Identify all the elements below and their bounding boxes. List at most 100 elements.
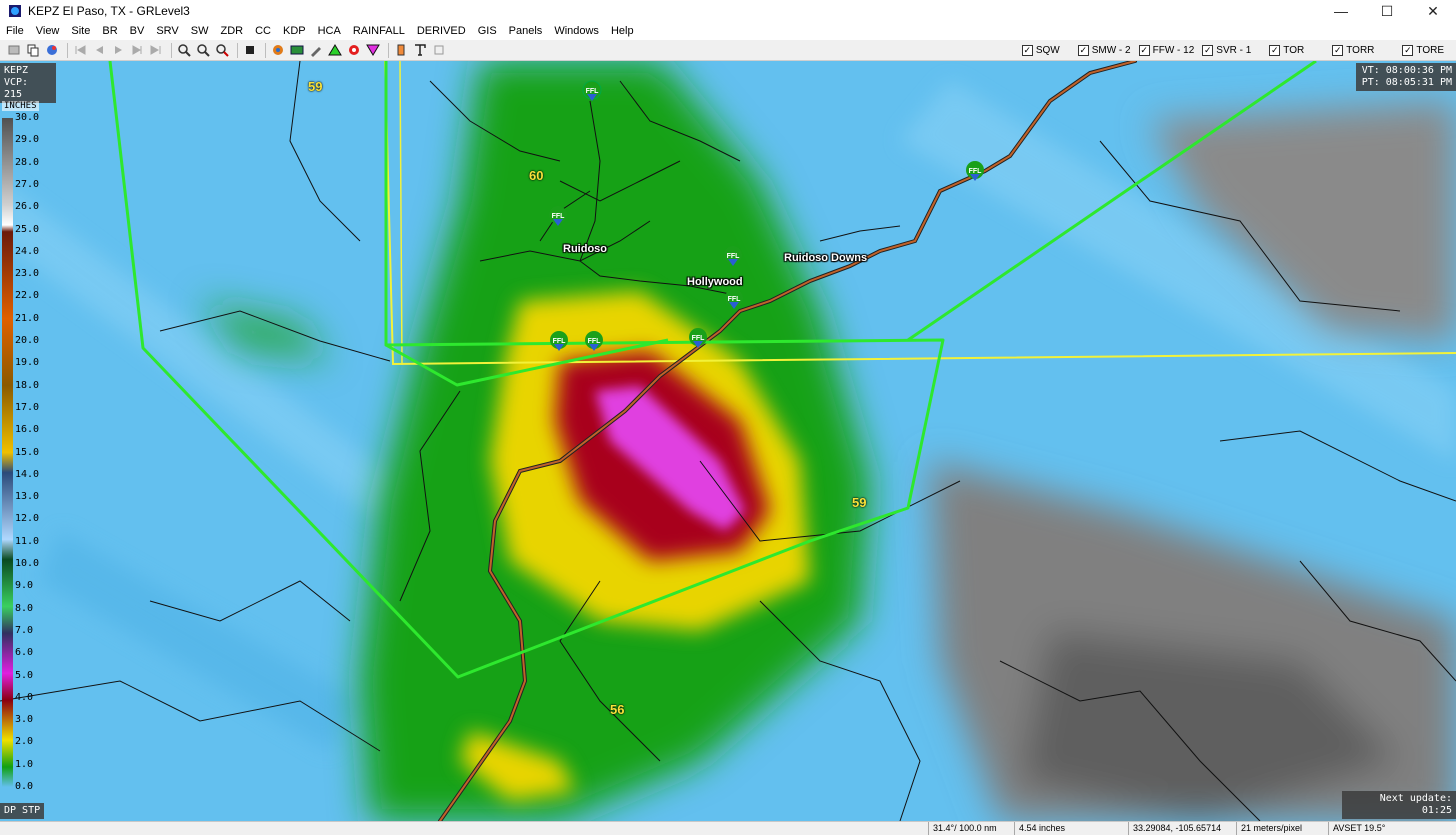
- minimize-button[interactable]: —: [1318, 0, 1364, 22]
- menu-view[interactable]: View: [30, 25, 66, 37]
- status-resolution: 21 meters/pixel: [1236, 822, 1328, 835]
- menu-br[interactable]: BR: [96, 25, 123, 37]
- legend-tick-label: 13.0: [15, 491, 40, 503]
- open-icon[interactable]: [6, 42, 22, 58]
- menu-panels[interactable]: Panels: [503, 25, 549, 37]
- legend-tick-label: 4.0: [15, 691, 34, 703]
- highway-label: 59: [308, 79, 323, 94]
- radar-map[interactable]: 59 60 59 56 Ruidoso Hollywood Ruidoso Do…: [0, 61, 1456, 821]
- ffl-marker-label: FFL: [728, 296, 742, 303]
- copy-icon[interactable]: [25, 42, 41, 58]
- legend-tick-label: 12.0: [15, 513, 40, 525]
- highway-label: 56: [610, 702, 625, 717]
- frame-tool-icon[interactable]: [431, 42, 447, 58]
- rectangle-tool-icon[interactable]: [393, 42, 409, 58]
- legend-tick-label: 1.0: [15, 758, 34, 770]
- legend-tick-label: 2.0: [15, 736, 34, 748]
- legend-tick-label: 24.0: [15, 245, 40, 257]
- menu-rainfall[interactable]: RAINFALL: [347, 25, 411, 37]
- legend-tick-label: 5.0: [15, 669, 34, 681]
- warning-toggle-smw[interactable]: ✓ SMW - 2: [1077, 44, 1131, 56]
- prev-frame-icon[interactable]: [91, 42, 107, 58]
- ffl-marker[interactable]: FFL: [687, 327, 709, 349]
- zoom-reset-icon[interactable]: [214, 42, 230, 58]
- legend-tick-label: 19.0: [15, 357, 40, 369]
- ffl-marker-label: FFL: [969, 168, 983, 175]
- legend-tick-label: 6.0: [15, 647, 34, 659]
- legend-tick-label: 16.0: [15, 424, 40, 436]
- maximize-button[interactable]: ☐: [1364, 0, 1410, 22]
- warning-toggle-sqw[interactable]: ✓ SQW: [1021, 44, 1060, 56]
- legend-tick-label: 17.0: [15, 401, 40, 413]
- menu-zdr[interactable]: ZDR: [214, 25, 249, 37]
- legend-tick-label: 30.0: [15, 112, 40, 123]
- ffl-marker[interactable]: FFL: [581, 80, 603, 102]
- ffl-marker-label: FFL: [727, 253, 741, 260]
- menu-windows[interactable]: Windows: [548, 25, 605, 37]
- ffl-marker[interactable]: FFL: [964, 160, 986, 182]
- triangle-marker-icon[interactable]: [327, 42, 343, 58]
- legend-tick-label: 28.0: [15, 156, 40, 168]
- status-bar: 31.4°/ 100.0 nm 4.54 inches 33.29084, -1…: [0, 821, 1456, 835]
- zoom-out-icon[interactable]: [195, 42, 211, 58]
- product-label: DP STP: [0, 803, 45, 819]
- menu-kdp[interactable]: KDP: [277, 25, 312, 37]
- close-button[interactable]: ✕: [1410, 0, 1456, 22]
- status-value: 4.54 inches: [1014, 822, 1128, 835]
- legend-tick-label: 25.0: [15, 223, 40, 235]
- legend-tick-label: 15.0: [15, 446, 40, 458]
- legend-tick-label: 29.0: [15, 134, 40, 146]
- text-tool-icon[interactable]: [412, 42, 428, 58]
- scan-times: VT: 08:00:36 PM PT: 08:05:31 PM: [1356, 63, 1456, 91]
- zoom-in-icon[interactable]: [176, 42, 192, 58]
- warning-toggle-tore[interactable]: ✓ TORE: [1402, 44, 1444, 56]
- ffl-marker[interactable]: FFL: [722, 245, 744, 267]
- menu-site[interactable]: Site: [65, 25, 96, 37]
- ffl-marker[interactable]: FFL: [547, 205, 569, 227]
- down-triangle-icon[interactable]: [365, 42, 381, 58]
- last-frame-icon[interactable]: [148, 42, 164, 58]
- ffl-marker-label: FFL: [552, 213, 566, 220]
- menu-bv[interactable]: BV: [124, 25, 151, 37]
- stop-icon[interactable]: [242, 42, 258, 58]
- toolbar: ✓ SQW ✓ SMW - 2 ✓ FFW - 12 ✓ SVR - 1 ✓ TOR ✓ T…: [0, 40, 1456, 61]
- ffl-marker-label: FFL: [586, 88, 600, 95]
- menu-bar: File View Site BR BV SRV SW ZDR CC KDP H…: [0, 22, 1456, 40]
- ffl-marker[interactable]: FFL: [723, 288, 745, 310]
- ffl-marker[interactable]: FFL: [583, 330, 605, 352]
- draw-tool-icon[interactable]: [308, 42, 324, 58]
- legend-unit: INCHES: [2, 101, 39, 111]
- product-time: PT: 08:05:31 PM: [1361, 77, 1452, 88]
- menu-gis[interactable]: GIS: [472, 25, 503, 37]
- menu-file[interactable]: File: [0, 25, 30, 37]
- warning-toggle-ffw[interactable]: ✓ FFW - 12: [1138, 44, 1194, 56]
- window-title: KEPZ El Paso, TX - GRLevel3: [28, 4, 190, 18]
- radar-vcp: VCP: 215: [4, 77, 29, 100]
- color-table-icon[interactable]: [270, 42, 286, 58]
- menu-cc[interactable]: CC: [249, 25, 277, 37]
- next-frame-icon[interactable]: [129, 42, 145, 58]
- menu-help[interactable]: Help: [605, 25, 640, 37]
- radar-site-icon[interactable]: [44, 42, 60, 58]
- town-label-hollywood: Hollywood: [687, 276, 743, 288]
- warning-toggle-tor[interactable]: ✓ TOR: [1269, 44, 1304, 56]
- menu-hca[interactable]: HCA: [312, 25, 347, 37]
- radar-site-id: KEPZ: [4, 65, 29, 76]
- warning-toggle-torr[interactable]: ✓ TORR: [1332, 44, 1374, 56]
- legend-tick-label: 27.0: [15, 178, 40, 190]
- play-icon[interactable]: [110, 42, 126, 58]
- first-frame-icon[interactable]: [72, 42, 88, 58]
- menu-srv[interactable]: SRV: [150, 25, 184, 37]
- legend-tick-label: 9.0: [15, 580, 34, 592]
- circle-marker-icon[interactable]: [346, 42, 362, 58]
- menu-derived[interactable]: DERIVED: [411, 25, 472, 37]
- image-icon[interactable]: [289, 42, 305, 58]
- status-coordinates: 33.29084, -105.65714: [1128, 822, 1236, 835]
- menu-sw[interactable]: SW: [185, 25, 215, 37]
- legend-tick-label: 11.0: [15, 535, 40, 547]
- warning-toggle-svr[interactable]: ✓ SVR - 1: [1202, 44, 1251, 56]
- ffl-marker-label: FFL: [553, 338, 567, 345]
- legend-tick-label: 10.0: [15, 558, 40, 569]
- town-label-ruidoso: Ruidoso: [563, 243, 607, 255]
- ffl-marker[interactable]: FFL: [548, 330, 570, 352]
